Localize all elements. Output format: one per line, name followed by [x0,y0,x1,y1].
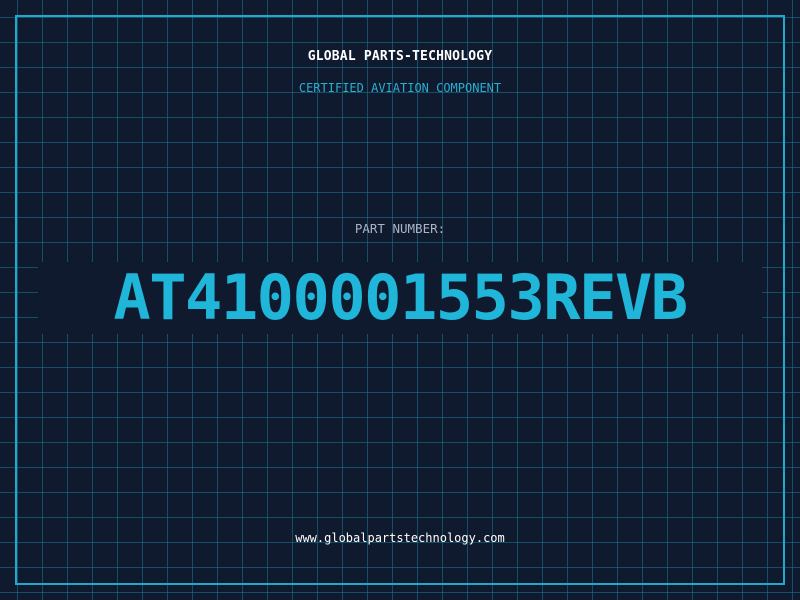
certification-tagline: CERTIFIED AVIATION COMPONENT [298,81,502,95]
part-label-card: GLOBAL PARTS-TECHNOLOGY CERTIFIED AVIATI… [0,0,800,600]
website-url: www.globalpartstechnology.com [295,531,505,545]
part-number-value: AT4100001553REVB [113,261,688,334]
part-number-label: PART NUMBER: [354,221,446,236]
company-name: GLOBAL PARTS-TECHNOLOGY [307,49,493,64]
